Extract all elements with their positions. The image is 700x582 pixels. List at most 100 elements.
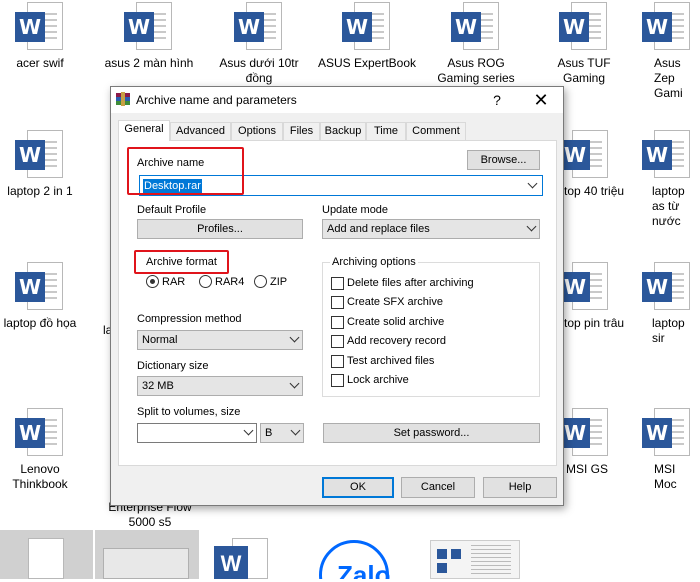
format-zip-radio[interactable]: ZIP	[254, 275, 287, 288]
desktop-file-asus-zep[interactable]: W Asus Zep Gami	[640, 0, 700, 101]
archive-dialog: Archive name and parameters ? ✕ General …	[110, 86, 564, 506]
update-mode-label: Update mode	[322, 204, 389, 216]
ok-button[interactable]: OK	[322, 477, 394, 498]
desktop-file-laptop-sir[interactable]: W laptop sir	[640, 260, 700, 346]
word-file-icon: W	[558, 128, 612, 182]
option-recovery-record[interactable]: Add recovery record	[322, 334, 540, 350]
set-password-button[interactable]: Set password...	[323, 423, 540, 443]
tab-files[interactable]: Files	[283, 122, 320, 140]
word-file-icon: W	[640, 128, 694, 182]
tab-time[interactable]: Time	[366, 122, 406, 140]
format-rar-radio[interactable]: RAR	[146, 275, 185, 288]
desktop-file-label: laptop as từ nước	[652, 184, 685, 228]
chevron-down-icon	[289, 378, 300, 389]
update-mode-value: Add and replace files	[327, 223, 430, 235]
help-button[interactable]: Help	[483, 477, 557, 498]
radio-button[interactable]	[146, 275, 159, 288]
checkbox[interactable]	[331, 355, 344, 368]
desktop-file-asus-expertbook[interactable]: W ASUS ExpertBook	[312, 0, 422, 71]
radio-button[interactable]	[199, 275, 212, 288]
dictionary-label: Dictionary size	[137, 360, 209, 372]
desktop-file-label: acer swif	[16, 56, 64, 70]
tab-backup[interactable]: Backup	[320, 122, 366, 140]
general-panel: Archive name Browse... Desktop.rar Defau…	[118, 140, 557, 466]
split-unit-select[interactable]: B	[260, 423, 304, 443]
split-volumes-label: Split to volumes, size	[137, 406, 241, 418]
split-volumes-input[interactable]	[137, 423, 257, 443]
checkbox[interactable]	[331, 277, 344, 290]
word-file-icon: W	[640, 406, 694, 460]
word-file-icon: W	[557, 0, 611, 54]
split-unit-value: B	[265, 427, 273, 439]
word-file-icon: W	[558, 260, 612, 314]
desktop-file-label: laptop 2 in 1	[7, 184, 73, 198]
desktop-file-label: ASUS ExpertBook	[317, 56, 417, 70]
profiles-button[interactable]: Profiles...	[137, 219, 303, 239]
word-file-icon: W	[340, 0, 394, 54]
update-mode-select[interactable]: Add and replace files	[322, 219, 540, 239]
option-create-solid[interactable]: Create solid archive	[322, 315, 540, 331]
chevron-down-icon	[290, 425, 301, 436]
checkbox[interactable]	[331, 296, 344, 309]
option-delete-files[interactable]: Delete files after archiving	[322, 276, 540, 292]
archiving-options-label: Archiving options	[330, 256, 418, 268]
word-file-icon: W	[232, 0, 286, 54]
option-create-sfx[interactable]: Create SFX archive	[322, 295, 540, 311]
format-rar4-radio[interactable]: RAR4	[199, 275, 244, 288]
desktop-file-asus-2-man-hinh[interactable]: W asus 2 màn hình	[94, 0, 204, 71]
desktop-file-label: Asus TUF Gaming	[557, 56, 611, 85]
checkbox[interactable]	[331, 316, 344, 329]
desktop-tile-selected-1[interactable]	[0, 530, 93, 579]
desktop-file-laptop-2-in-1[interactable]: W laptop 2 in 1	[0, 128, 95, 199]
zalo-icon[interactable]: Zalo	[315, 530, 405, 579]
desktop-file-label: laptop sir	[652, 316, 685, 345]
desktop-file-acer-swif[interactable]: W acer swif	[0, 0, 95, 71]
compression-label: Compression method	[137, 313, 242, 325]
tab-comment[interactable]: Comment	[406, 122, 466, 140]
dictionary-select[interactable]: 32 MB	[137, 376, 303, 396]
winrar-icon	[116, 92, 130, 106]
word-file-icon: W	[13, 128, 67, 182]
dialog-titlebar[interactable]: Archive name and parameters ? ✕	[111, 87, 563, 113]
desktop-file-laptop-as[interactable]: W laptop as từ nước	[640, 128, 700, 229]
word-file-icon: W	[13, 406, 67, 460]
tab-advanced[interactable]: Advanced	[170, 122, 231, 140]
cancel-button[interactable]: Cancel	[401, 477, 475, 498]
option-test-archived[interactable]: Test archived files	[322, 354, 540, 370]
radio-button[interactable]	[254, 275, 267, 288]
desktop-file-label: laptop đồ họa	[3, 316, 77, 330]
word-file-icon: W	[13, 260, 67, 314]
chevron-down-icon	[289, 332, 300, 343]
word-file-icon: W	[558, 406, 612, 460]
compression-select[interactable]: Normal	[137, 330, 303, 350]
word-file-icon: W	[13, 0, 67, 54]
desktop-file-label: Asus dưới 10tr đồng	[219, 56, 299, 85]
close-icon[interactable]: ✕	[529, 89, 553, 111]
desktop-file-label: MSI Moc	[654, 462, 677, 491]
desktop-file-asus-rog[interactable]: W Asus ROG Gaming series	[421, 0, 531, 86]
checkbox[interactable]	[331, 335, 344, 348]
desktop-file-asus-duoi-10tr[interactable]: W Asus dưới 10tr đồng	[204, 0, 314, 86]
desktop-file-msi-moc[interactable]: W MSI Moc	[640, 406, 700, 492]
tab-general[interactable]: General	[118, 120, 170, 141]
default-profile-label: Default Profile	[137, 204, 207, 216]
checkbox[interactable]	[331, 374, 344, 387]
screenshot-thumbnail-icon[interactable]	[430, 530, 522, 579]
word-file-icon[interactable]: W	[206, 530, 276, 579]
option-lock-archive[interactable]: Lock archive	[322, 373, 540, 389]
desktop-tile-selected-2[interactable]	[95, 530, 199, 579]
desktop-file-laptop-do-hoa[interactable]: W laptop đồ họa	[0, 260, 95, 331]
word-file-icon: W	[640, 260, 694, 314]
browse-button[interactable]: Browse...	[467, 150, 540, 170]
chevron-down-icon[interactable]	[243, 425, 254, 436]
word-file-icon: W	[449, 0, 503, 54]
help-icon[interactable]: ?	[485, 89, 509, 111]
word-file-icon: W	[640, 0, 694, 54]
desktop-file-asus-tuf[interactable]: W Asus TUF Gaming	[529, 0, 639, 86]
desktop-file-label: Lenovo Thinkbook	[12, 462, 68, 491]
desktop-file-lenovo-thinkbook[interactable]: W Lenovo Thinkbook	[0, 406, 95, 492]
tab-options[interactable]: Options	[231, 122, 283, 140]
highlight-archive-name	[127, 147, 244, 195]
word-file-icon: W	[122, 0, 176, 54]
chevron-down-icon[interactable]	[527, 178, 538, 189]
